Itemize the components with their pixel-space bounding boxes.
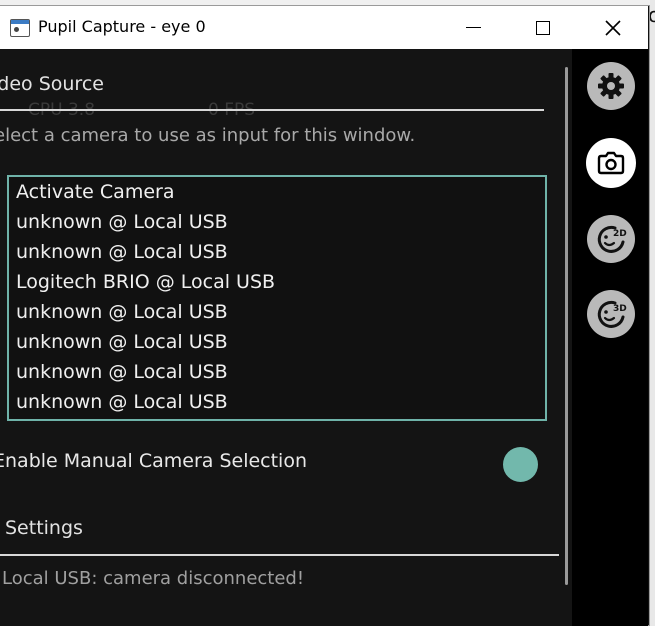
camera-list-item[interactable]: Logitech BRIO @ Local USB [16, 271, 275, 293]
video-source-help-text: elect a camera to use as input for this … [0, 125, 416, 146]
settings-button[interactable] [587, 62, 635, 110]
menu-panel: CPU 3.8 0 FPS ideo Source elect a camera… [0, 49, 572, 626]
detector-2d-badge: 2D [613, 229, 627, 239]
pupil-detector-3d-button[interactable]: 3D [587, 290, 635, 338]
background-window [650, 0, 655, 626]
video-source-divider [0, 109, 544, 111]
icon-sidebar: 2D 3D [572, 49, 648, 626]
minimize-icon [465, 27, 481, 28]
maximize-button[interactable] [508, 6, 578, 49]
detector-3d-icon: 3D [597, 300, 627, 328]
manual-camera-selection-label: Enable Manual Camera Selection [0, 450, 308, 472]
video-source-button[interactable] [586, 138, 636, 188]
maximize-icon [536, 20, 550, 35]
close-icon [605, 19, 621, 36]
close-button[interactable] [578, 6, 648, 49]
camera-list-item[interactable]: unknown @ Local USB [16, 331, 228, 353]
camera-list-item[interactable]: unknown @ Local USB [16, 301, 228, 323]
settings-title[interactable]: Settings [5, 517, 83, 539]
gear-icon [598, 73, 624, 99]
camera-list-item[interactable]: unknown @ Local USB [16, 241, 228, 263]
scrollbar[interactable] [565, 67, 568, 585]
settings-divider [0, 554, 559, 556]
camera-list-item[interactable]: unknown @ Local USB [16, 391, 228, 413]
title-bar[interactable]: Pupil Capture - eye 0 [0, 6, 648, 49]
camera-list-item[interactable]: unknown @ Local USB [16, 361, 228, 383]
camera-list[interactable]: Activate Camera unknown @ Local USB unkn… [7, 175, 547, 421]
manual-camera-selection-toggle[interactable] [503, 447, 538, 482]
pupil-detector-2d-button[interactable]: 2D [587, 215, 635, 263]
camera-list-item[interactable]: Activate Camera [16, 181, 174, 203]
minimize-button[interactable] [438, 6, 508, 49]
app-icon [10, 19, 30, 37]
status-message: Local USB: camera disconnected! [2, 568, 305, 589]
window-title: Pupil Capture - eye 0 [38, 17, 206, 36]
app-window: Pupil Capture - eye 0 CPU 3.8 0 FPS ideo… [0, 5, 650, 626]
detector-3d-badge: 3D [613, 304, 627, 314]
camera-icon [597, 151, 625, 175]
video-source-title[interactable]: ideo Source [0, 73, 104, 95]
camera-list-item[interactable]: unknown @ Local USB [16, 211, 228, 233]
detector-2d-icon: 2D [597, 225, 627, 253]
